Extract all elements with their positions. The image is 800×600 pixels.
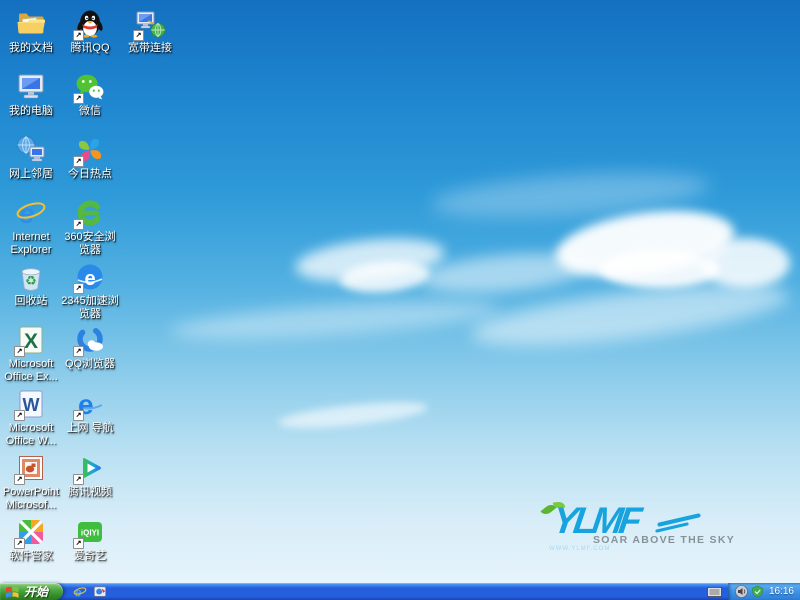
web-navigation-icon: e ↗ <box>74 388 106 420</box>
security-tray-icon[interactable] <box>751 585 764 598</box>
icon-label: 腾讯视频 <box>59 486 121 499</box>
shortcut-arrow-overlay: ↗ <box>14 346 25 357</box>
desktop-icon-tencent-video[interactable]: ↗ 腾讯视频 <box>59 452 121 499</box>
taskbar-empty-area <box>113 583 707 600</box>
desktop-icon-my-computer[interactable]: 我的电脑 <box>0 71 62 118</box>
360-secure-browser-icon: ↗ <box>74 197 106 229</box>
svg-text:e: e <box>75 585 82 599</box>
quick-launch-internet-explorer-icon[interactable]: e <box>73 585 87 599</box>
tencent-video-icon: ↗ <box>74 452 106 484</box>
shortcut-arrow-overlay: ↗ <box>73 156 84 167</box>
svg-text:W: W <box>23 395 40 415</box>
my-computer-icon <box>15 71 47 103</box>
volume-tray-icon[interactable] <box>735 585 748 598</box>
desktop-icon-broadband-connection[interactable]: ↗ 宽带连接 <box>119 8 181 55</box>
icon-label: Microsoft Office Ex... <box>0 358 62 384</box>
desktop-icon-qq-browser[interactable]: ↗ QQ浏览器 <box>59 324 121 371</box>
icon-label: 我的文档 <box>0 42 62 55</box>
desktop-icon-today-hotspot[interactable]: ↗ 今日热点 <box>59 134 121 181</box>
ylmf-watermark: YLMF WWW.YLMF.COM SOAR ABOVE THE SKY <box>535 504 765 562</box>
recycle-bin-icon: ♻ <box>15 261 47 293</box>
windows-logo-icon <box>5 585 20 598</box>
desktop-icon-microsoft-office-word[interactable]: W ↗ Microsoft Office W... <box>0 388 62 448</box>
cloud <box>419 248 591 299</box>
shortcut-arrow-overlay: ↗ <box>73 30 84 41</box>
desktop-icon-wechat[interactable]: ↗ 微信 <box>59 71 121 118</box>
my-documents-icon <box>15 8 47 40</box>
shortcut-arrow-overlay: ↗ <box>73 93 84 104</box>
desktop-icon-2345-browser[interactable]: e ↗ 2345加速浏览器 <box>59 261 121 321</box>
qq-browser-icon: ↗ <box>74 324 106 356</box>
wechat-icon: ↗ <box>74 71 106 103</box>
svg-text:♻: ♻ <box>25 274 37 289</box>
network-places-icon <box>15 134 47 166</box>
desktop-icon-network-places[interactable]: 网上邻居 <box>0 134 62 181</box>
ylmf-website-text: WWW.YLMF.COM <box>549 546 610 552</box>
start-button[interactable]: 开始 <box>0 583 63 600</box>
cloud <box>700 238 790 288</box>
desktop-icon-web-navigation[interactable]: e ↗ 上网 导航 <box>59 388 121 435</box>
shortcut-arrow-overlay: ↗ <box>73 283 84 294</box>
icon-label: PowerPoint Microsof... <box>0 486 62 512</box>
svg-text:e: e <box>84 268 95 290</box>
svg-text:e: e <box>19 198 35 229</box>
internet-explorer-icon: e <box>15 197 47 229</box>
input-method-keyboard-icon[interactable] <box>707 583 723 600</box>
desktop-icon-internet-explorer[interactable]: e Internet Explorer <box>0 197 62 257</box>
shortcut-arrow-overlay: ↗ <box>14 410 25 421</box>
desktop-icon-tencent-qq[interactable]: ↗ 腾讯QQ <box>59 8 121 55</box>
desktop-icon-recycle-bin[interactable]: ♻ 回收站 <box>0 261 62 308</box>
2345-browser-icon: e ↗ <box>74 261 106 293</box>
icon-label: 360安全浏览器 <box>59 231 121 257</box>
shortcut-arrow-overlay: ↗ <box>133 30 144 41</box>
icon-label: 上网 导航 <box>59 422 121 435</box>
icon-label: Microsoft Office W... <box>0 422 62 448</box>
desktop-icon-my-documents[interactable]: 我的文档 <box>0 8 62 55</box>
ylmf-slogan-text: SOAR ABOVE THE SKY <box>593 534 735 546</box>
icon-label: 爱奇艺 <box>59 550 121 563</box>
taskbar-clock[interactable]: 16:16 <box>769 586 794 597</box>
tencent-qq-icon: ↗ <box>74 8 106 40</box>
svg-text:X: X <box>24 330 38 353</box>
start-button-label: 开始 <box>24 583 48 600</box>
shortcut-arrow-overlay: ↗ <box>73 346 84 357</box>
broadband-connection-icon: ↗ <box>134 8 166 40</box>
cloud <box>169 294 500 347</box>
desktop-icon-microsoft-powerpoint[interactable]: ↗ PowerPoint Microsof... <box>0 452 62 512</box>
icon-label: 软件管家 <box>0 550 62 563</box>
iqiyi-icon: iQIYI ↗ <box>74 516 106 548</box>
desktop-icon-microsoft-office-excel[interactable]: X ↗ Microsoft Office Ex... <box>0 324 62 384</box>
icon-label: Internet Explorer <box>0 231 62 257</box>
shortcut-arrow-overlay: ↗ <box>73 474 84 485</box>
icon-label: 2345加速浏览器 <box>59 295 121 321</box>
microsoft-office-word-icon: W ↗ <box>15 388 47 420</box>
icon-label: QQ浏览器 <box>59 358 121 371</box>
microsoft-powerpoint-icon: ↗ <box>15 452 47 484</box>
desktop-icon-iqiyi[interactable]: iQIYI ↗ 爱奇艺 <box>59 516 121 563</box>
icon-label: 我的电脑 <box>0 105 62 118</box>
icon-label: 网上邻居 <box>0 168 62 181</box>
svg-text:iQIYI: iQIYI <box>81 529 99 538</box>
shortcut-arrow-overlay: ↗ <box>73 410 84 421</box>
quick-launch-show-desktop-icon[interactable] <box>93 585 107 599</box>
desktop-icon-software-manager[interactable]: ↗ 软件管家 <box>0 516 62 563</box>
today-hotspot-icon: ↗ <box>74 134 106 166</box>
microsoft-office-excel-icon: X ↗ <box>15 324 47 356</box>
shortcut-arrow-overlay: ↗ <box>14 538 25 549</box>
desktop-icon-360-secure-browser[interactable]: ↗ 360安全浏览器 <box>59 197 121 257</box>
cloud <box>277 397 428 433</box>
shortcut-arrow-overlay: ↗ <box>73 219 84 230</box>
taskbar: 开始 e <box>0 583 800 600</box>
system-tray: 16:16 <box>728 583 800 600</box>
shortcut-arrow-overlay: ↗ <box>73 538 84 549</box>
icon-label: 宽带连接 <box>119 42 181 55</box>
quick-launch-bar: e <box>63 583 113 600</box>
icon-label: 回收站 <box>0 295 62 308</box>
icon-label: 今日热点 <box>59 168 121 181</box>
icon-label: 腾讯QQ <box>59 42 121 55</box>
software-manager-icon: ↗ <box>15 516 47 548</box>
shortcut-arrow-overlay: ↗ <box>14 474 25 485</box>
icon-label: 微信 <box>59 105 121 118</box>
